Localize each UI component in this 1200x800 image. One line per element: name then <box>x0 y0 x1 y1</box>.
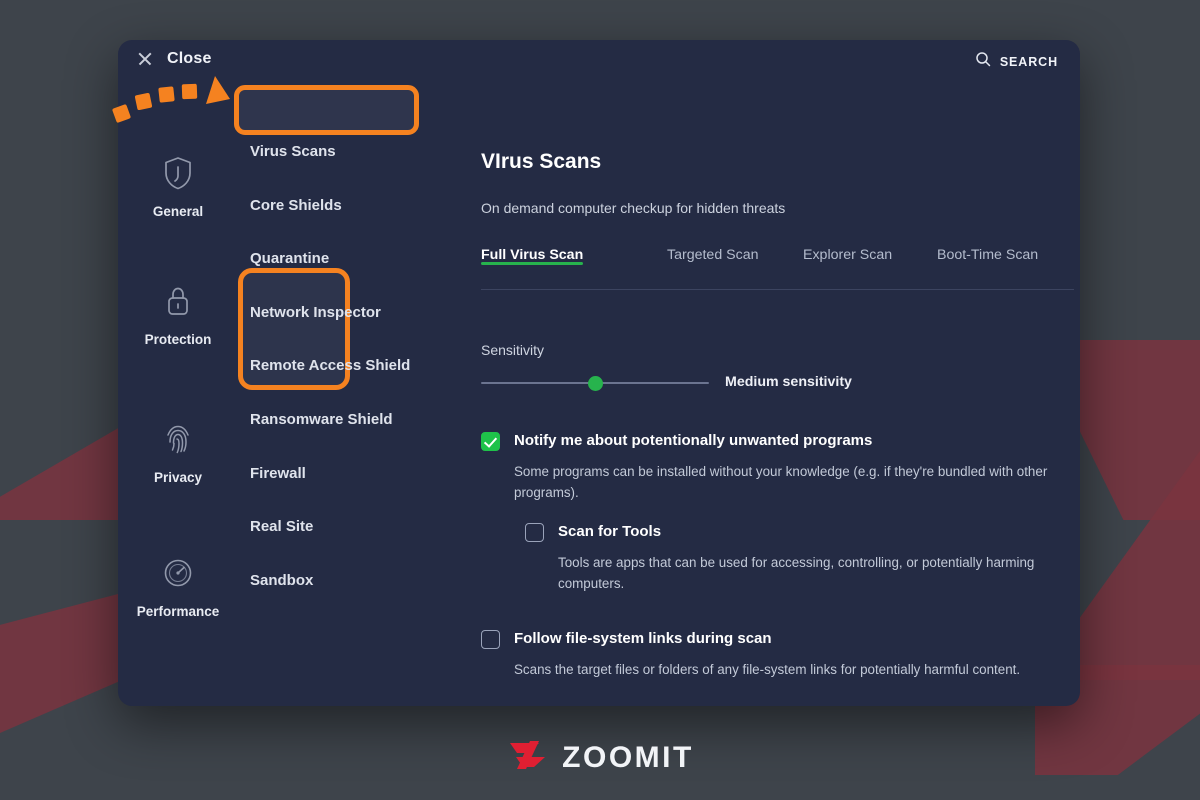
rail-item-label: Performance <box>136 604 220 619</box>
option-description: Tools are apps that can be used for acce… <box>558 555 1035 591</box>
close-icon <box>137 51 153 67</box>
rail-item-protection[interactable]: Protection <box>128 284 228 347</box>
rail-item-privacy[interactable]: Privacy <box>128 422 228 485</box>
fingerprint-icon <box>163 422 193 461</box>
shield-icon <box>163 156 193 195</box>
option-notify-unwanted-programs: Notify me about potentionally unwanted p… <box>481 431 1080 503</box>
sensitivity-value-label: Medium sensitivity <box>725 374 852 390</box>
zoomit-wordmark: ZOOMIT <box>562 740 694 774</box>
page-title: VIrus Scans <box>481 150 602 173</box>
menu-item-ransomware-shield[interactable]: Ransomware Shield <box>250 411 393 428</box>
sensitivity-slider[interactable]: Medium sensitivity <box>481 368 1074 400</box>
category-rail: General Protection Privacy Performance <box>118 84 238 706</box>
tab-active-underline <box>481 262 584 265</box>
menu-item-virus-scans[interactable]: Virus Scans <box>250 143 336 160</box>
lock-icon <box>163 284 193 323</box>
option-row: Notify me about potentionally unwanted p… <box>481 431 1080 451</box>
sensitivity-label: Sensitivity <box>481 342 545 358</box>
menu-item-quarantine[interactable]: Quarantine <box>250 250 329 267</box>
rail-item-performance[interactable]: Performance <box>128 556 228 619</box>
option-follow-file-system-links: Follow file-system links during scan Sca… <box>481 629 1080 680</box>
zoomit-watermark: ZOOMIT <box>0 738 1200 777</box>
rail-item-label: Protection <box>144 332 212 347</box>
search-label: SEARCH <box>999 54 1058 69</box>
tab-label: Full Virus Scan <box>481 247 584 263</box>
option-description: Some programs can be installed without y… <box>514 464 1048 500</box>
menu-item-core-shields[interactable]: Core Shields <box>250 197 342 214</box>
option-title: Notify me about potentionally unwanted p… <box>514 432 873 449</box>
tab-explorer-scan[interactable]: Explorer Scan <box>803 247 892 263</box>
tab-full-virus-scan[interactable]: Full Virus Scan <box>481 247 584 265</box>
menu-item-real-site[interactable]: Real Site <box>250 518 313 535</box>
option-description: Scans the target files or folders of any… <box>514 662 1021 677</box>
menu-item-firewall[interactable]: Firewall <box>250 465 306 482</box>
antivirus-app-window: Close SEARCH General Protection Privacy … <box>118 40 1080 706</box>
option-row: Follow file-system links during scan <box>481 629 1080 649</box>
rail-item-label: General <box>152 204 204 219</box>
screenshot-root: Close SEARCH General Protection Privacy … <box>0 0 1200 800</box>
page-subtitle: On demand computer checkup for hidden th… <box>481 200 786 216</box>
scan-type-tabs: Full Virus Scan Targeted Scan Explorer S… <box>481 247 1074 290</box>
rail-item-label: Privacy <box>153 470 203 485</box>
protection-menu-list: Virus Scans Core Shields Quarantine Netw… <box>238 84 453 706</box>
option-scan-for-tools: Scan for Tools Tools are apps that can b… <box>525 522 1080 594</box>
speedometer-icon <box>163 556 193 595</box>
menu-item-network-inspector[interactable]: Network Inspector <box>250 304 381 321</box>
dashed-arrow-icon <box>112 66 232 126</box>
main-content: VIrus Scans On demand computer checkup f… <box>463 84 1080 706</box>
option-row: Scan for Tools <box>525 522 1080 542</box>
window-titlebar: Close SEARCH <box>118 40 1080 84</box>
tab-boot-time-scan[interactable]: Boot-Time Scan <box>937 247 1038 263</box>
option-title: Scan for Tools <box>558 523 662 540</box>
tab-targeted-scan[interactable]: Targeted Scan <box>667 247 759 263</box>
menu-item-sandbox[interactable]: Sandbox <box>250 572 313 589</box>
search-button[interactable]: SEARCH <box>975 51 1058 72</box>
zoomit-z-icon <box>506 738 548 777</box>
menu-item-remote-access-shield[interactable]: Remote Access Shield <box>250 357 410 374</box>
checkbox-notify-unwanted-programs[interactable] <box>481 432 500 451</box>
checkbox-scan-for-tools[interactable] <box>525 523 544 542</box>
checkbox-follow-file-system-links[interactable] <box>481 630 500 649</box>
search-icon <box>975 51 991 72</box>
slider-thumb[interactable] <box>588 376 603 391</box>
rail-item-general[interactable]: General <box>128 156 228 219</box>
option-title: Follow file-system links during scan <box>514 630 772 647</box>
